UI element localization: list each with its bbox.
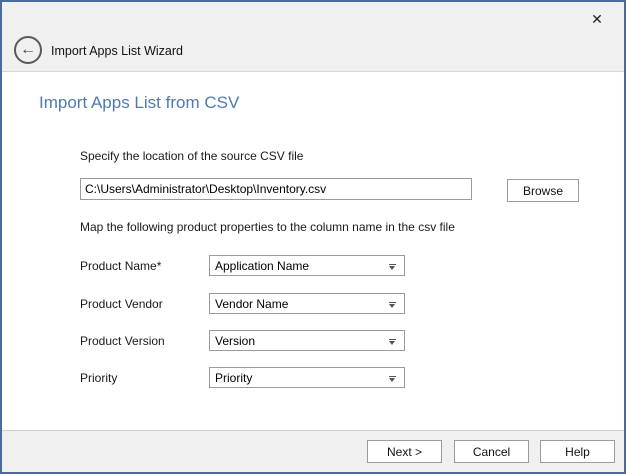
map-properties-label: Map the following product properties to … xyxy=(80,220,455,234)
import-wizard-dialog: ✕ ← Import Apps List Wizard Import Apps … xyxy=(0,0,626,474)
close-icon[interactable]: ✕ xyxy=(586,8,608,30)
wizard-title: Import Apps List Wizard xyxy=(51,44,183,58)
mapping-row-product-version: Product Version Version xyxy=(2,330,624,352)
source-file-label: Specify the location of the source CSV f… xyxy=(80,149,303,163)
back-button[interactable]: ← xyxy=(14,36,42,64)
dropdown-selected-value: Version xyxy=(215,334,255,348)
priority-dropdown[interactable]: Priority xyxy=(209,367,405,388)
next-button[interactable]: Next > xyxy=(367,440,442,463)
chevron-down-icon xyxy=(389,302,396,308)
product-version-label: Product Version xyxy=(80,334,165,348)
chevron-down-icon xyxy=(389,339,396,345)
wizard-footer: Next > Cancel Help xyxy=(2,430,624,472)
browse-button[interactable]: Browse xyxy=(507,179,579,202)
wizard-content: Import Apps List from CSV Specify the lo… xyxy=(2,73,624,430)
wizard-header: ✕ ← Import Apps List Wizard xyxy=(2,2,624,72)
dropdown-selected-value: Vendor Name xyxy=(215,297,288,311)
back-arrow-icon: ← xyxy=(20,42,36,58)
chevron-down-icon xyxy=(389,264,396,270)
product-vendor-dropdown[interactable]: Vendor Name xyxy=(209,293,405,314)
mapping-row-priority: Priority Priority xyxy=(2,367,624,389)
csv-path-input[interactable] xyxy=(80,178,472,200)
help-button[interactable]: Help xyxy=(540,440,615,463)
page-title: Import Apps List from CSV xyxy=(39,93,239,113)
mapping-row-product-name: Product Name* Application Name xyxy=(2,255,624,277)
chevron-down-icon xyxy=(389,376,396,382)
cancel-button[interactable]: Cancel xyxy=(454,440,529,463)
product-vendor-label: Product Vendor xyxy=(80,297,163,311)
mapping-row-product-vendor: Product Vendor Vendor Name xyxy=(2,293,624,315)
priority-label: Priority xyxy=(80,371,117,385)
dropdown-selected-value: Priority xyxy=(215,371,252,385)
product-name-label: Product Name* xyxy=(80,259,161,273)
product-name-dropdown[interactable]: Application Name xyxy=(209,255,405,276)
dropdown-selected-value: Application Name xyxy=(215,259,309,273)
product-version-dropdown[interactable]: Version xyxy=(209,330,405,351)
